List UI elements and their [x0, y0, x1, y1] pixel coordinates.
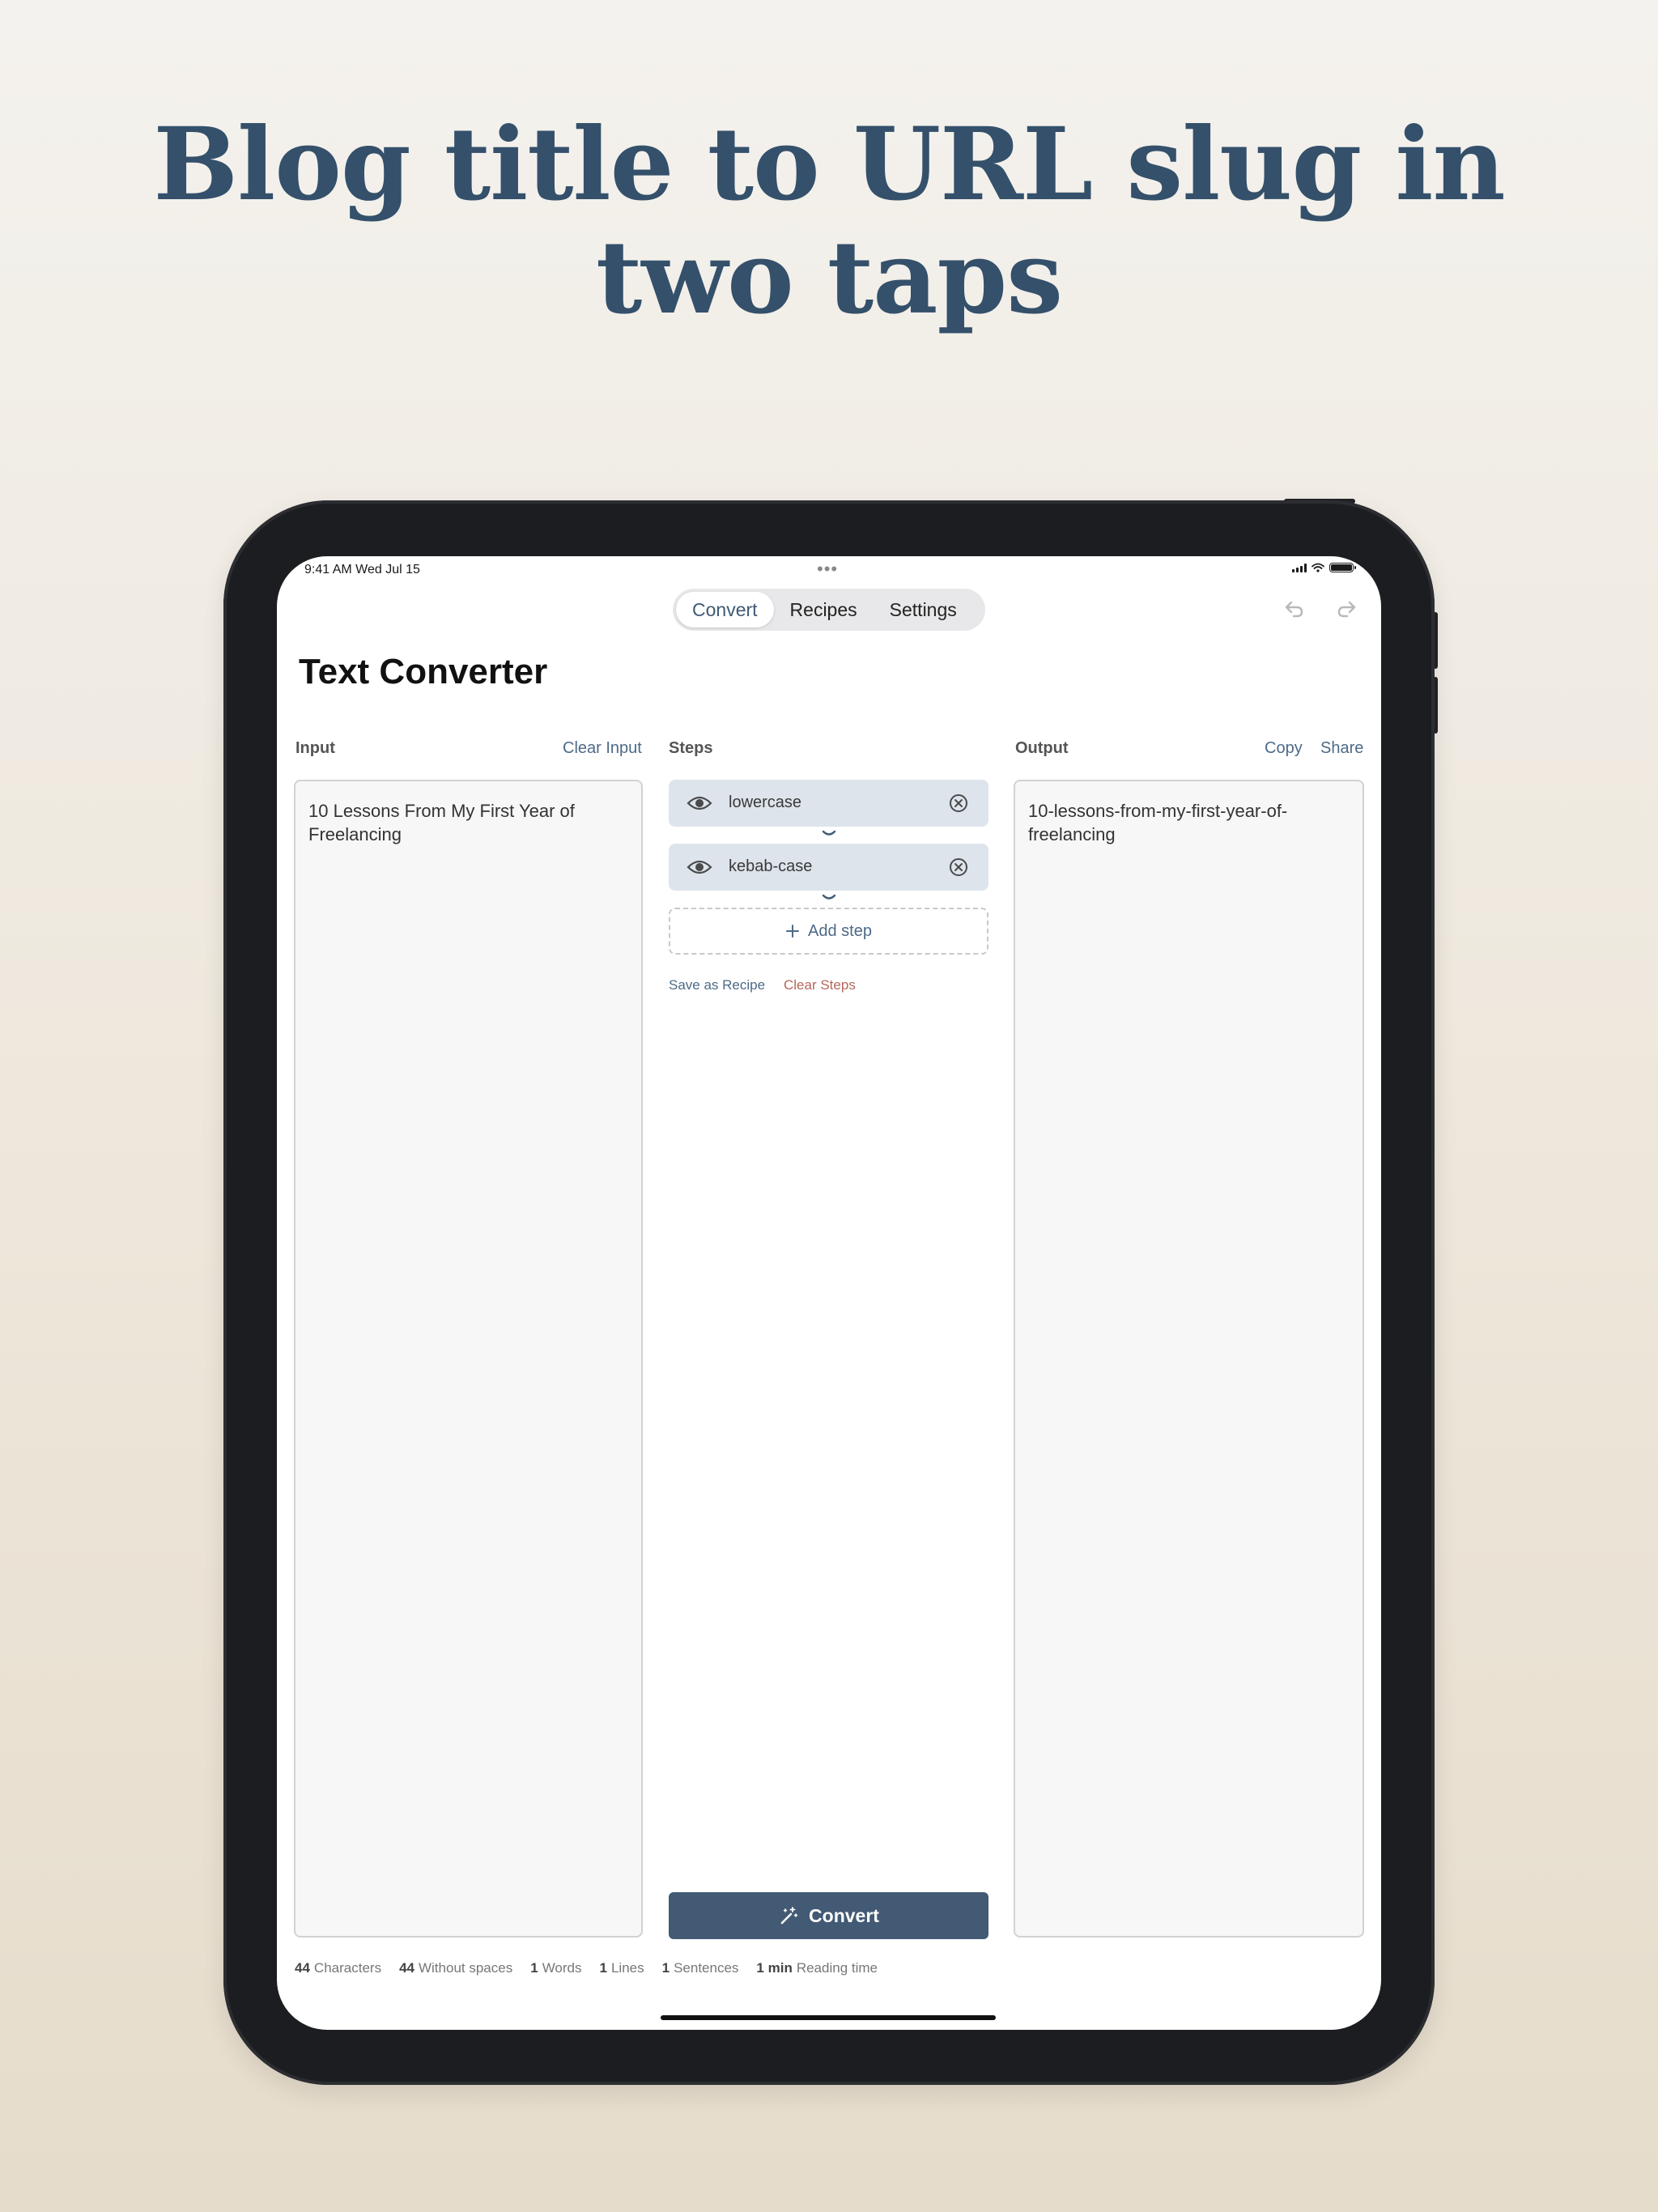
status-time: 9:41 AM Wed Jul 15 [304, 563, 420, 576]
redo-icon[interactable] [1333, 593, 1362, 623]
main-tab-control: Convert Recipes Settings [673, 589, 985, 631]
add-step-button[interactable]: Add step [669, 908, 988, 955]
stat-words: 1 Words [530, 1960, 582, 1976]
copy-button[interactable]: Copy [1265, 739, 1303, 758]
clear-input-button[interactable]: Clear Input [563, 739, 642, 758]
app-screen: 9:41 AM Wed Jul 15 ••• Convert Recipes S… [277, 556, 1381, 2030]
stat-lines: 1 Lines [599, 1960, 644, 1976]
stat-characters: 44 Characters [295, 1960, 382, 1976]
remove-step-icon[interactable] [948, 793, 969, 814]
undo-redo-group [1279, 593, 1362, 623]
step-kebab-case[interactable]: kebab-case [669, 844, 988, 891]
step-connector-icon [822, 830, 836, 836]
wifi-icon [1312, 563, 1324, 572]
eye-icon[interactable] [687, 857, 712, 877]
tab-convert[interactable]: Convert [676, 592, 774, 627]
convert-button[interactable]: Convert [669, 1892, 988, 1939]
multitasking-dots[interactable]: ••• [817, 559, 838, 580]
undo-icon[interactable] [1279, 593, 1308, 623]
marketing-headline: Blog title to URL slug in two taps [153, 106, 1505, 337]
tab-recipes[interactable]: Recipes [774, 592, 874, 627]
stat-without-spaces: 44 Without spaces [399, 1960, 513, 1976]
step-lowercase[interactable]: lowercase [669, 780, 988, 827]
home-indicator[interactable] [661, 2015, 996, 2020]
eye-icon[interactable] [687, 793, 712, 813]
output-label: Output [1015, 739, 1069, 757]
steps-label: Steps [669, 739, 713, 757]
plus-icon [786, 925, 800, 938]
clear-steps-button[interactable]: Clear Steps [784, 977, 856, 993]
status-icons [1292, 563, 1356, 572]
page-title: Text Converter [299, 652, 548, 691]
text-stats-bar: 44 Characters 44 Without spaces 1 Words 1 Li… [295, 1960, 878, 1976]
cellular-icon [1292, 563, 1307, 572]
tab-settings[interactable]: Settings [874, 592, 973, 627]
input-label: Input [295, 739, 335, 757]
step-label: lowercase [729, 793, 802, 811]
share-button[interactable]: Share [1320, 739, 1363, 758]
stat-sentences: 1 Sentences [661, 1960, 739, 1976]
stat-reading-time: 1 min Reading time [756, 1960, 878, 1976]
convert-label: Convert [809, 1904, 879, 1926]
battery-icon [1329, 563, 1356, 572]
save-as-recipe-button[interactable]: Save as Recipe [669, 977, 765, 993]
magic-wand-icon [780, 1907, 798, 1925]
step-connector-icon [822, 894, 836, 900]
remove-step-icon[interactable] [948, 857, 969, 878]
output-text-area[interactable]: 10-lessons-from-my-first-year-of-freelan… [1014, 780, 1364, 1938]
step-label: kebab-case [729, 857, 813, 875]
add-step-label: Add step [808, 921, 872, 940]
input-text-area[interactable]: 10 Lessons From My First Year of Freelan… [294, 780, 643, 1938]
